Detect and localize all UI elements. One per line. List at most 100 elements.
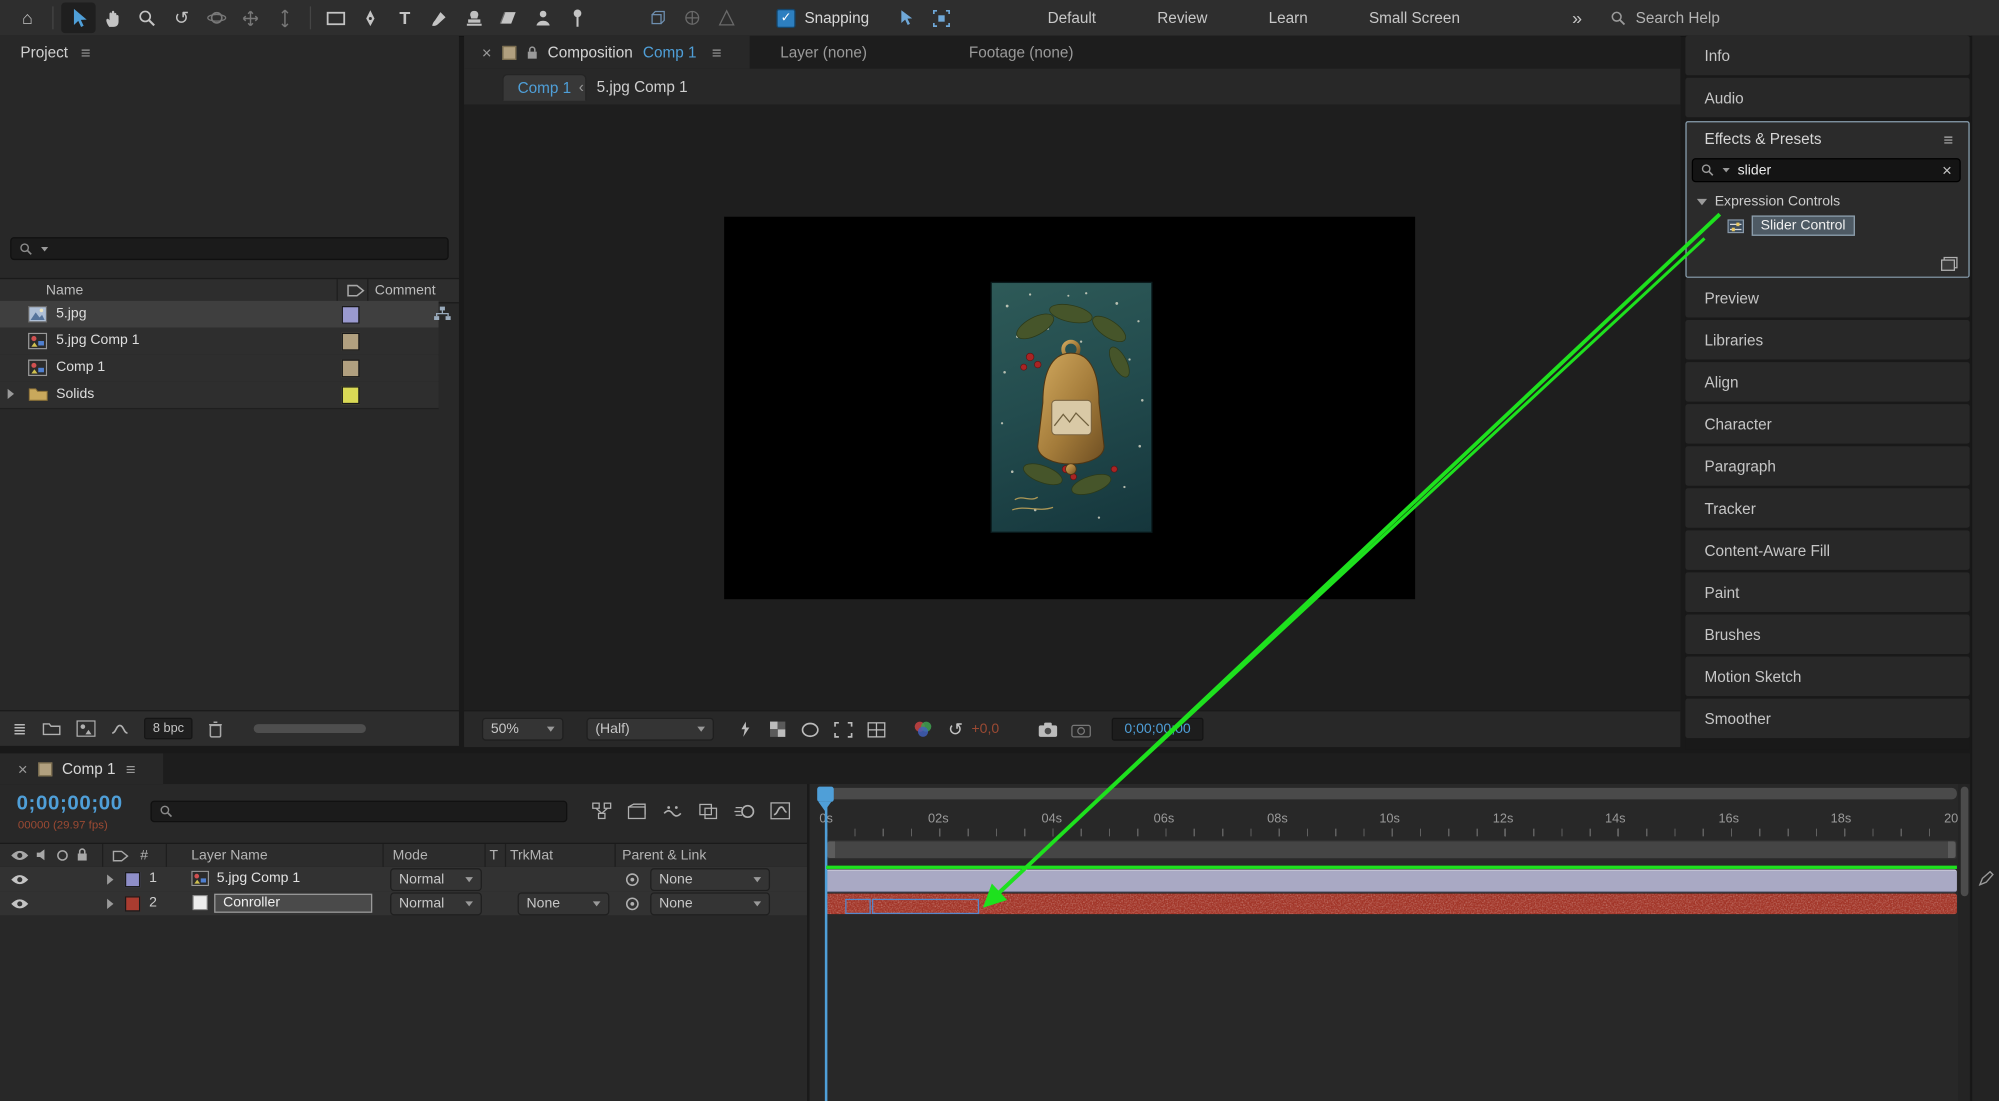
workspace-default[interactable]: Default (1048, 9, 1096, 27)
zoom-tool-icon[interactable] (130, 3, 164, 34)
project-item-row[interactable]: 5.jpg Comp 1 (0, 328, 439, 356)
home-icon[interactable]: ⌂ (10, 3, 44, 34)
project-search-input[interactable] (10, 237, 449, 260)
puppet-pin-tool-icon[interactable] (560, 3, 594, 34)
project-panel-menu-icon[interactable]: ≡ (81, 43, 91, 62)
column-t[interactable]: T (490, 848, 499, 863)
label-color-swatch[interactable] (342, 306, 360, 324)
region-of-interest-icon[interactable] (826, 714, 860, 745)
new-composition-icon[interactable] (76, 720, 95, 737)
help-search[interactable]: Search Help (1610, 9, 1720, 27)
snap-along-edges-icon[interactable] (890, 3, 924, 34)
eye-icon[interactable] (10, 898, 29, 911)
snapping-checkbox[interactable]: ✓ (776, 8, 795, 27)
panel-header-paragraph[interactable]: Paragraph (1685, 446, 1969, 486)
ruler-ticks[interactable] (826, 829, 1957, 837)
workspace-learn[interactable]: Learn (1269, 9, 1308, 27)
column-number[interactable]: # (140, 848, 148, 863)
panel-menu-icon[interactable]: ≡ (712, 43, 722, 62)
fast-previews-icon[interactable] (727, 714, 761, 745)
column-mode[interactable]: Mode (393, 848, 428, 863)
effects-search-input[interactable]: slider × (1692, 158, 1961, 182)
work-area-bar[interactable] (826, 840, 1957, 859)
timeline-search-input[interactable] (150, 801, 567, 823)
layer-name-editing[interactable]: Conroller (214, 893, 372, 912)
panel-header-content-aware-fill[interactable]: Content-Aware Fill (1685, 530, 1969, 570)
shy-layers-icon[interactable] (655, 796, 689, 827)
layer-expand-chevron-icon[interactable] (107, 875, 113, 885)
eye-icon[interactable] (10, 873, 29, 886)
panel-header-preview[interactable]: Preview (1685, 278, 1969, 318)
column-layer-name[interactable]: Layer Name (191, 848, 267, 863)
panel-header-smoother[interactable]: Smoother (1685, 699, 1969, 739)
close-icon[interactable]: × (18, 759, 28, 778)
panel-header-align[interactable]: Align (1685, 362, 1969, 402)
pan-camera-tool-icon[interactable] (233, 3, 267, 34)
horizontal-scrollbar[interactable] (254, 724, 366, 733)
panel-header-libraries[interactable]: Libraries (1685, 320, 1969, 360)
eraser-tool-icon[interactable] (491, 3, 525, 34)
graph-editor-icon[interactable] (762, 796, 796, 827)
layer-name[interactable]: 5.jpg Comp 1 (217, 871, 300, 886)
panel-header-info[interactable]: Info (1685, 36, 1969, 76)
project-item-row[interactable]: Comp 1 (0, 354, 439, 382)
expression-range-box[interactable] (845, 899, 870, 914)
adjustment-icon[interactable] (111, 721, 129, 736)
work-area-end-handle[interactable] (1948, 841, 1956, 858)
panel-header-motion-sketch[interactable]: Motion Sketch (1685, 657, 1969, 697)
take-snapshot-icon[interactable] (1030, 714, 1064, 745)
frame-blend-icon[interactable] (691, 796, 725, 827)
lock-icon[interactable] (526, 45, 537, 59)
composition-tab[interactable]: × Composition Comp 1 ≡ (464, 36, 750, 69)
layer-row[interactable]: 1 5.jpg Comp 1 Normal None (0, 867, 807, 892)
resolution-dropdown[interactable]: (Half) (586, 718, 713, 741)
panel-header-tracker[interactable]: Tracker (1685, 488, 1969, 528)
grid-guides-icon[interactable] (859, 714, 893, 745)
clone-stamp-tool-icon[interactable] (456, 3, 490, 34)
close-icon[interactable]: × (482, 43, 492, 62)
trash-icon[interactable] (208, 720, 223, 738)
panel-header-audio[interactable]: Audio (1685, 78, 1969, 118)
new-folder-icon[interactable] (42, 722, 61, 736)
workspace-small-screen[interactable]: Small Screen (1369, 9, 1460, 27)
composition-viewport[interactable] (464, 105, 1680, 711)
breadcrumb-sub-comp[interactable]: 5.jpg Comp 1 (597, 78, 688, 96)
label-color-swatch[interactable] (342, 386, 360, 404)
panel-header-brushes[interactable]: Brushes (1685, 614, 1969, 654)
layer-expand-chevron-icon[interactable] (107, 899, 113, 909)
blend-mode-dropdown[interactable]: Normal (390, 892, 482, 915)
world-axis-mode-icon[interactable] (674, 3, 708, 34)
selection-tool-icon[interactable] (61, 3, 95, 34)
show-snapshot-icon[interactable] (1063, 714, 1097, 745)
dolly-camera-tool-icon[interactable] (268, 3, 302, 34)
rectangle-tool-icon[interactable] (319, 3, 353, 34)
bit-depth-button[interactable]: 8 bpc (144, 718, 193, 740)
parent-link-dropdown[interactable]: None (650, 868, 770, 891)
layer-viewer-tab[interactable]: Layer (none) (780, 43, 867, 61)
time-navigator[interactable] (826, 788, 1957, 799)
expression-range-box[interactable] (872, 899, 979, 914)
new-preset-icon[interactable] (1940, 256, 1958, 271)
scrollbar-thumb[interactable] (1960, 787, 1968, 897)
pick-whip-icon[interactable] (625, 872, 640, 887)
rotation-tool-icon[interactable]: ↺ (164, 3, 198, 34)
label-color-swatch[interactable] (342, 333, 360, 351)
exposure-value[interactable]: +0,0 (971, 722, 999, 737)
column-parent-link[interactable]: Parent & Link (622, 848, 706, 863)
local-axis-mode-icon[interactable] (640, 3, 674, 34)
effects-item-row[interactable]: Slider Control (1687, 214, 1969, 237)
project-item-row[interactable]: 5.jpg (0, 301, 439, 329)
clear-search-icon[interactable]: × (1942, 161, 1952, 180)
composition-mini-flowchart-icon[interactable] (584, 796, 618, 827)
label-color-column-icon[interactable] (347, 283, 365, 298)
panel-header-paint[interactable]: Paint (1685, 572, 1969, 612)
pick-whip-icon[interactable] (625, 896, 640, 911)
magnification-dropdown[interactable]: 50% (482, 718, 564, 741)
workspace-review[interactable]: Review (1157, 9, 1207, 27)
layer-row[interactable]: 2 Conroller Normal None None (0, 891, 807, 916)
expand-chevron-icon[interactable] (8, 389, 14, 399)
layer-duration-bar[interactable] (826, 869, 1957, 892)
layer-duration-bar[interactable] (826, 894, 1957, 914)
panel-menu-icon[interactable]: ≡ (126, 759, 136, 778)
viewer-timecode[interactable]: 0;00;00;00 (1112, 718, 1204, 741)
